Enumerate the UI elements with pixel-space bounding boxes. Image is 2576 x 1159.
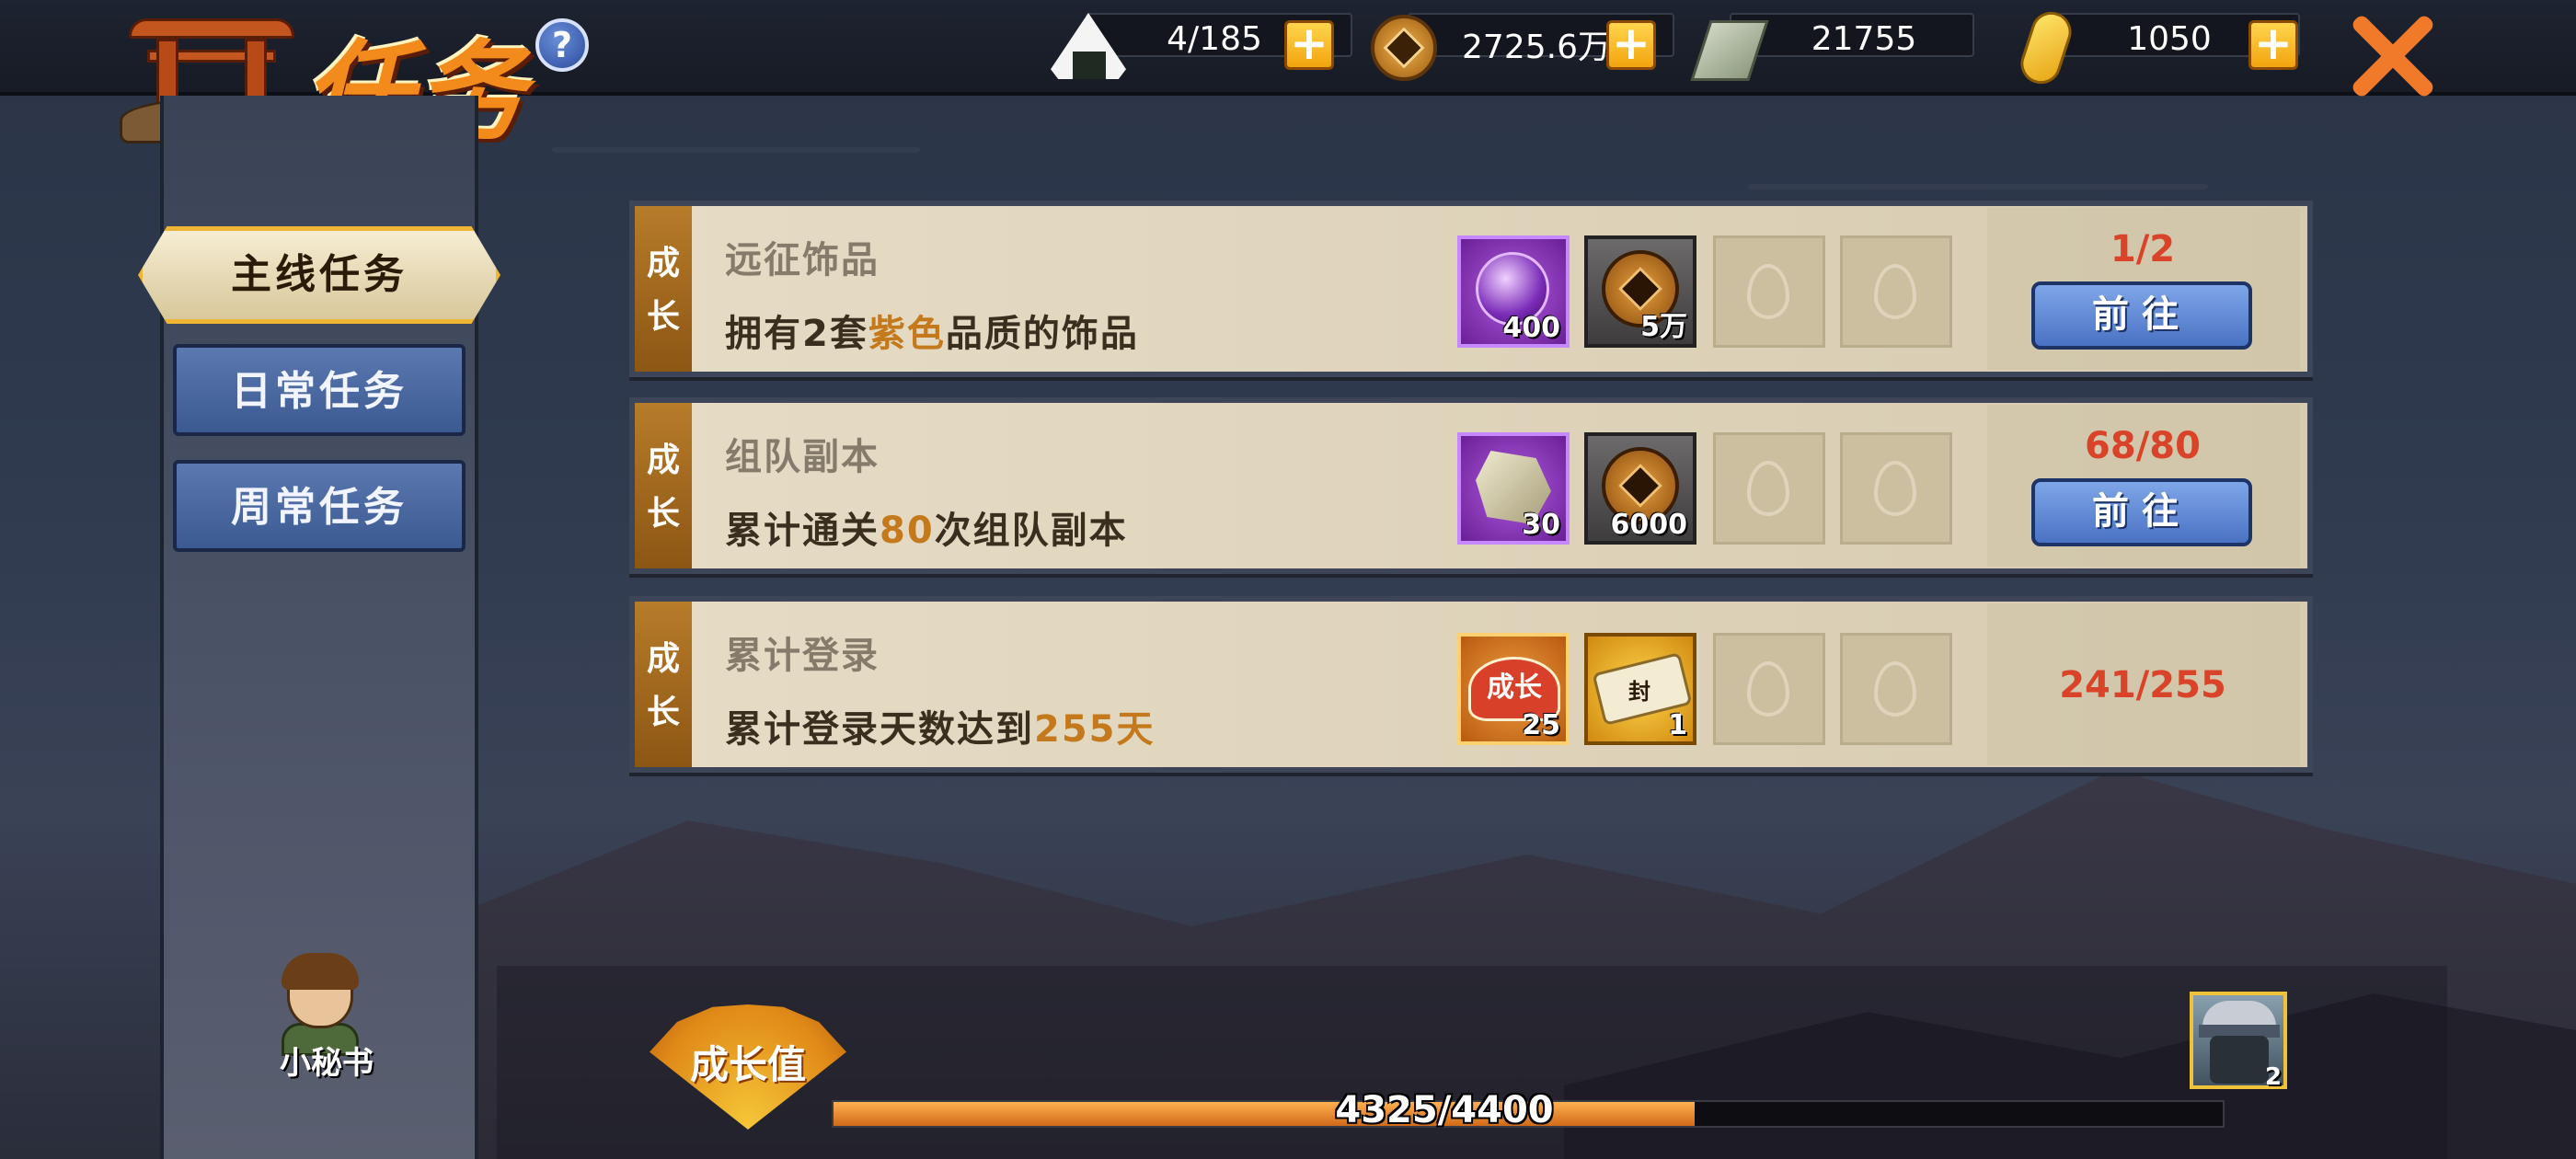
empty-reward-slot	[1713, 235, 1825, 348]
go-button[interactable]: 前往	[2031, 281, 2252, 350]
growth-progress-text: 4325/4400	[1335, 1089, 1554, 1131]
flame-icon	[1747, 661, 1789, 717]
task-title: 远征饰品	[725, 239, 880, 281]
reward-count: 400	[1502, 312, 1560, 344]
copper-value: 2725.6万	[1462, 29, 1611, 66]
reward-count: 25	[1522, 709, 1560, 741]
task-category-strip	[635, 403, 692, 568]
onigiri-icon-nori	[1073, 52, 1106, 79]
empty-reward-slot	[1713, 633, 1825, 745]
background-streak	[1748, 184, 2208, 189]
task-progress: 241/255	[2059, 664, 2226, 706]
task-progress: 68/80	[2085, 425, 2201, 467]
empty-reward-slot	[1840, 432, 1952, 545]
task-category-char: 长	[646, 694, 680, 731]
task-category-char: 成	[646, 640, 680, 678]
task-description: 拥有2套紫色品质的饰品	[725, 313, 1139, 355]
gold-value: 1050	[2127, 20, 2212, 58]
empty-reward-slot	[1840, 633, 1952, 745]
task-category-char: 长	[646, 495, 680, 533]
empty-reward-slot	[1713, 432, 1825, 545]
growth-label: 成长值	[689, 1042, 806, 1087]
banknote-value: 21755	[1811, 20, 1917, 58]
add-gold-button[interactable]: +	[2248, 20, 2298, 70]
reward-item[interactable]: 6000	[1584, 432, 1696, 545]
tab-weekly-quest[interactable]: 周常任务	[173, 460, 466, 552]
task-category-char: 成	[646, 245, 680, 282]
add-copper-button[interactable]: +	[1606, 20, 1656, 70]
tab-main-quest[interactable]: 主线任务	[138, 226, 500, 324]
task-title: 组队副本	[725, 436, 880, 478]
reward-count: 30	[1522, 509, 1560, 541]
stamina-value: 4/185	[1167, 20, 1262, 58]
reward-count: 1	[1668, 709, 1687, 741]
go-button[interactable]: 前往	[2031, 478, 2252, 546]
scroll-label: 封	[1628, 679, 1650, 705]
flame-icon	[1747, 461, 1789, 516]
secretary-label[interactable]: 小秘书	[267, 1038, 386, 1083]
task-category-strip	[635, 206, 692, 372]
reward-item[interactable]: 400	[1457, 235, 1570, 348]
task-title: 累计登录	[725, 635, 880, 677]
tab-daily-quest[interactable]: 日常任务	[173, 344, 466, 436]
task-category-strip	[635, 602, 692, 767]
add-stamina-button[interactable]: +	[1284, 20, 1334, 70]
reward-item[interactable]: 5万	[1584, 235, 1696, 348]
flame-icon	[1874, 461, 1916, 516]
reward-item[interactable]: 30	[1457, 432, 1570, 545]
empty-reward-slot	[1840, 235, 1952, 348]
reward-count: 6000	[1610, 509, 1688, 541]
task-progress: 1/2	[2110, 228, 2176, 270]
game-screen: 任务 ? 4/185 + 2725.6万 + 21755 1050 + 主线任务…	[0, 0, 2576, 1159]
question-icon[interactable]: ?	[535, 18, 589, 72]
avatar-count: 2	[2265, 1063, 2283, 1091]
reward-item[interactable]: 成长 25	[1457, 633, 1570, 745]
close-icon[interactable]	[2344, 9, 2436, 101]
task-category-char: 成	[646, 442, 680, 479]
task-category-char: 长	[646, 298, 680, 336]
flame-icon	[1747, 264, 1789, 319]
reward-count: 5万	[1640, 311, 1687, 343]
task-description: 累计登录天数达到255天	[725, 708, 1156, 751]
background-streak	[552, 147, 920, 153]
reward-item[interactable]: 封 1	[1584, 633, 1696, 745]
task-description: 累计通关80次组队副本	[725, 510, 1128, 552]
flame-icon	[1874, 661, 1916, 717]
flame-icon	[1874, 264, 1916, 319]
